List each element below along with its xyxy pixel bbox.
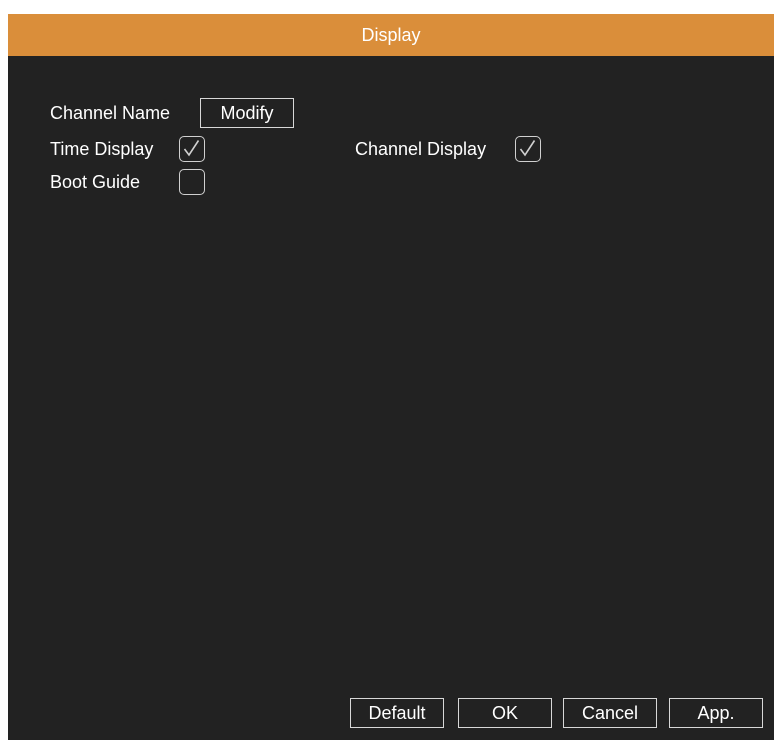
boot-guide-checkbox[interactable]	[179, 169, 205, 195]
modify-button[interactable]: Modify	[200, 98, 294, 128]
dialog-title: Display	[8, 14, 774, 56]
time-display-checkbox[interactable]	[179, 136, 205, 162]
default-button[interactable]: Default	[350, 698, 444, 728]
channel-display-label: Channel Display	[355, 139, 487, 159]
channel-name-label: Channel Name	[50, 103, 171, 123]
checkmark-icon	[183, 140, 200, 157]
apply-button[interactable]: App.	[669, 698, 763, 728]
time-display-label: Time Display	[50, 139, 154, 159]
channel-display-checkbox[interactable]	[515, 136, 541, 162]
boot-guide-label: Boot Guide	[50, 172, 141, 192]
ok-button[interactable]: OK	[458, 698, 552, 728]
checkmark-icon	[519, 140, 536, 157]
display-dialog: Display Channel Name Modify Time Display…	[8, 14, 774, 740]
cancel-button[interactable]: Cancel	[563, 698, 657, 728]
